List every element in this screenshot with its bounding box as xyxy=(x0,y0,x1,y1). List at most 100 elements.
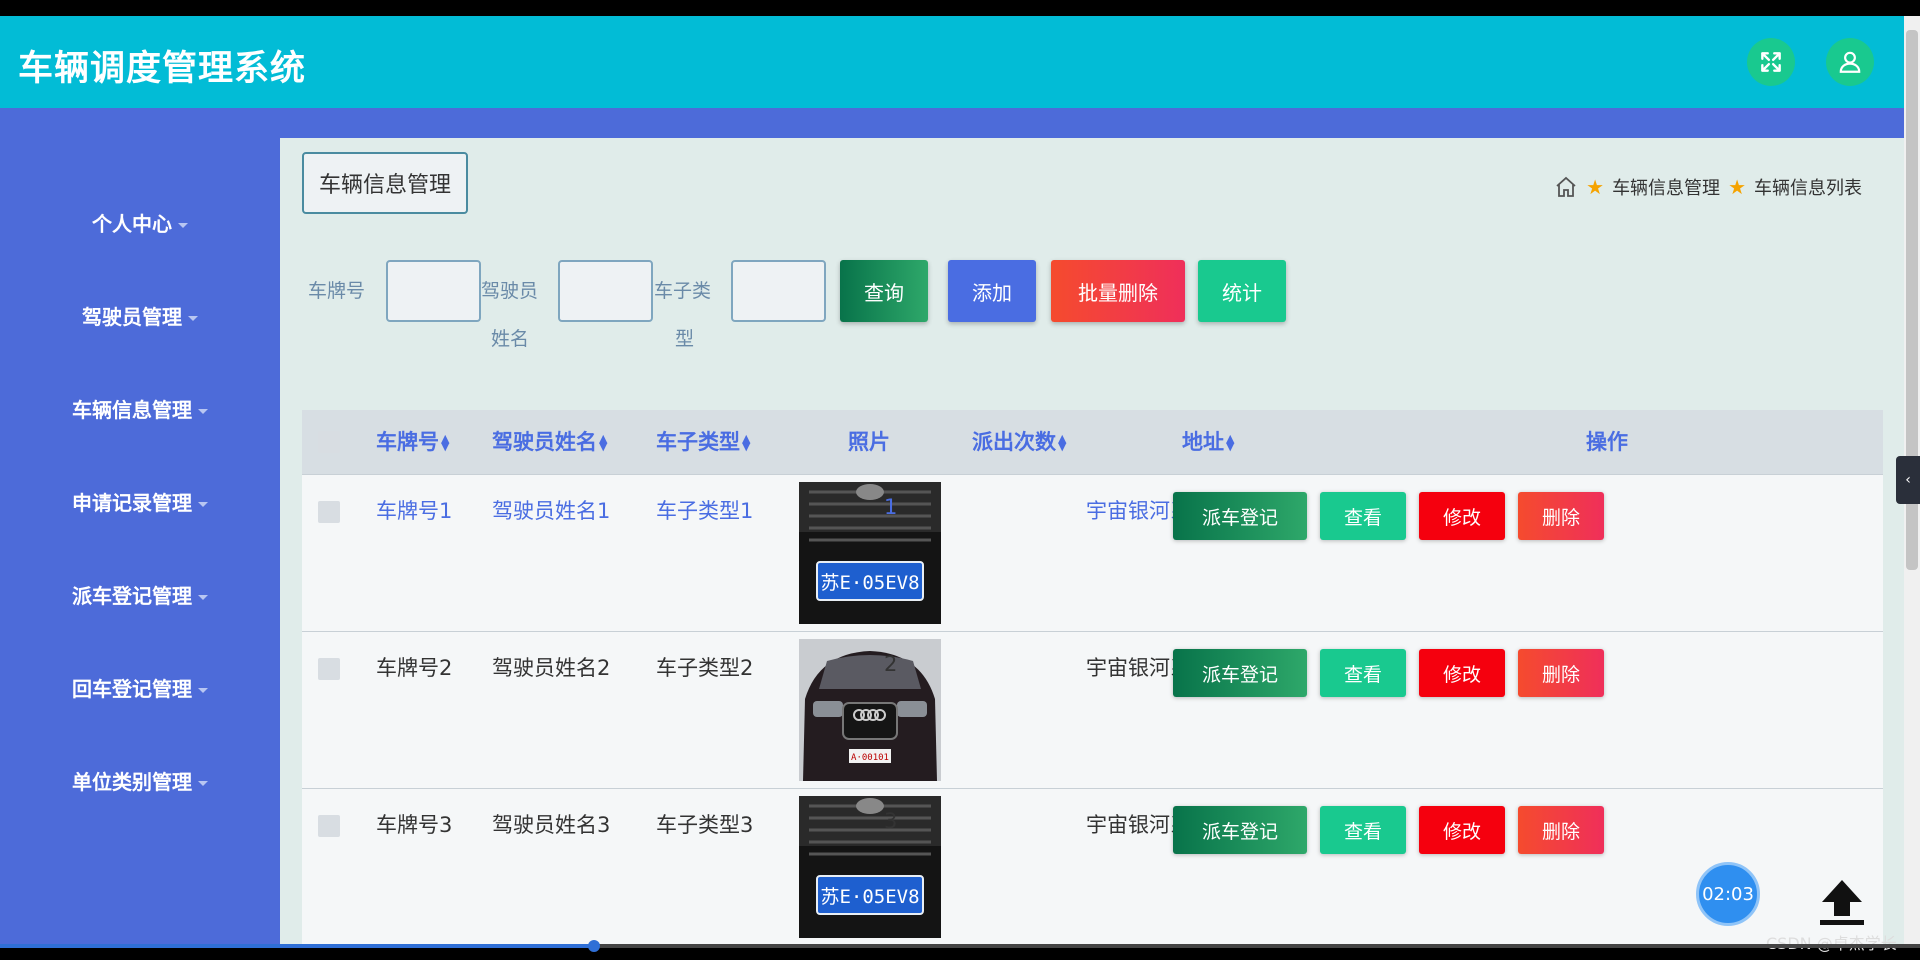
home-icon[interactable] xyxy=(1554,175,1578,199)
column-header-plate[interactable]: 车牌号 ▲ ▼ xyxy=(376,410,449,474)
breadcrumb-item: 车辆信息列表 xyxy=(1754,178,1862,199)
sidebar-item-personal-center[interactable]: 个人中心 xyxy=(0,208,280,237)
sidebar: 个人中心 驾驶员管理 车辆信息管理 申请记录管理 派车登记管理 回车登记管理 单… xyxy=(0,108,280,944)
sort-icon: ▲ ▼ xyxy=(1058,432,1067,453)
cell-type: 车子类型1 xyxy=(656,499,754,523)
type-search-input[interactable] xyxy=(731,260,826,322)
view-button[interactable]: 查看 xyxy=(1320,492,1406,540)
sidebar-item-return-registration[interactable]: 回车登记管理 xyxy=(0,673,280,702)
cell-driver: 驾驶员姓名3 xyxy=(492,813,611,837)
view-button[interactable]: 查看 xyxy=(1320,806,1406,854)
user-icon xyxy=(1839,51,1861,73)
back-to-top-icon[interactable] xyxy=(1816,876,1868,926)
edit-button[interactable]: 修改 xyxy=(1419,649,1505,697)
sort-icon: ▲ ▼ xyxy=(599,432,608,453)
dispatch-register-button[interactable]: 派车登记 xyxy=(1173,492,1307,540)
cell-driver: 驾驶员姓名2 xyxy=(492,656,611,680)
cell-count: 1 xyxy=(884,495,898,519)
row-checkbox[interactable] xyxy=(318,658,340,680)
sidebar-item-label: 个人中心 xyxy=(92,212,172,236)
edit-button[interactable]: 修改 xyxy=(1419,492,1505,540)
plate-text: 苏E·05EV8 xyxy=(820,886,919,908)
column-header-actions: 操作 xyxy=(1586,430,1628,454)
sidebar-item-label: 派车登记管理 xyxy=(72,584,192,608)
cell-plate: 车牌号2 xyxy=(376,656,453,680)
table-row: 车牌号1 驾驶员姓名1 车子类型1 苏E·05EV8 1 宇宙银河系地球1号 派… xyxy=(302,474,1883,631)
sidebar-item-label: 申请记录管理 xyxy=(72,491,192,515)
user-button[interactable] xyxy=(1826,38,1874,86)
caret-down-icon xyxy=(178,223,188,228)
caret-down-icon xyxy=(188,316,198,321)
video-progress-bar[interactable] xyxy=(0,940,1920,952)
fullscreen-icon xyxy=(1761,52,1781,72)
column-header-type[interactable]: 车子类型 ▲ ▼ xyxy=(656,410,750,474)
cell-type: 车子类型3 xyxy=(656,813,754,837)
caret-down-icon xyxy=(198,409,208,414)
sidebar-item-dispatch-registration[interactable]: 派车登记管理 xyxy=(0,580,280,609)
table-header: 车牌号 ▲ ▼ 驾驶员姓名 ▲ ▼ 车子类型 ▲ ▼ 照片 派出次数 ▲ ▼ 地址 ▲ ▼ 操作 xyxy=(302,410,1883,474)
caret-down-icon xyxy=(198,595,208,600)
timer-badge[interactable]: 02:03 xyxy=(1696,862,1760,926)
dispatch-register-button[interactable]: 派车登记 xyxy=(1173,806,1307,854)
column-header-driver[interactable]: 驾驶员姓名 ▲ ▼ xyxy=(492,410,607,474)
vehicle-table: 车牌号 ▲ ▼ 驾驶员姓名 ▲ ▼ 车子类型 ▲ ▼ 照片 派出次数 ▲ ▼ 地址 ▲ ▼ 操作 车… xyxy=(302,410,1883,944)
vehicle-photo: 苏E·05EV8 xyxy=(799,796,941,938)
add-button[interactable]: 添加 xyxy=(948,260,1036,322)
breadcrumb: ★ 车辆信息管理 ★ 车辆信息列表 xyxy=(1554,174,1862,200)
breadcrumb-item[interactable]: 车辆信息管理 xyxy=(1612,174,1720,200)
sidebar-item-label: 回车登记管理 xyxy=(72,677,192,701)
plate-search-label: 车牌号 xyxy=(308,280,366,302)
cell-count: 3 xyxy=(884,809,898,833)
row-checkbox[interactable] xyxy=(318,815,340,837)
delete-button[interactable]: 删除 xyxy=(1518,492,1604,540)
caret-down-icon xyxy=(198,502,208,507)
sort-icon: ▲ ▼ xyxy=(441,432,450,453)
star-icon: ★ xyxy=(1586,175,1605,199)
panel-toggle-button[interactable]: ‹ xyxy=(1896,456,1920,504)
cell-type: 车子类型2 xyxy=(656,656,754,680)
table-row: 车牌号2 驾驶员姓名2 车子类型2 A·00101 2 派车登记 查看 修改 删… xyxy=(302,631,1883,788)
fullscreen-button[interactable] xyxy=(1747,38,1795,86)
column-header-count[interactable]: 派出次数 ▲ ▼ xyxy=(972,410,1066,474)
sidebar-item-unit-category[interactable]: 单位类别管理 xyxy=(0,766,280,795)
driver-search-input[interactable] xyxy=(558,260,653,322)
progress-handle[interactable] xyxy=(588,940,600,952)
column-header-photo: 照片 xyxy=(848,430,890,454)
select-all-checkbox[interactable] xyxy=(318,431,340,453)
table-row: 车牌号3 驾驶员姓名3 车子类型3 苏E·05EV8 3 宇宙银河系地球3号 派… xyxy=(302,788,1883,944)
watermark: CSDN @卓杰学长 xyxy=(1766,930,1897,954)
cell-driver: 驾驶员姓名1 xyxy=(492,499,611,523)
dispatch-register-button[interactable]: 派车登记 xyxy=(1173,649,1307,697)
sidebar-item-label: 驾驶员管理 xyxy=(82,305,182,329)
sidebar-item-label: 车辆信息管理 xyxy=(72,398,192,422)
progress-fill xyxy=(0,944,596,948)
vehicle-photo: A·00101 xyxy=(799,639,941,781)
view-button[interactable]: 查看 xyxy=(1320,649,1406,697)
plate-text: 苏E·05EV8 xyxy=(820,572,919,594)
query-button[interactable]: 查询 xyxy=(840,260,928,322)
delete-button[interactable]: 删除 xyxy=(1518,649,1604,697)
row-checkbox[interactable] xyxy=(318,501,340,523)
edit-button[interactable]: 修改 xyxy=(1419,806,1505,854)
top-header: 车辆调度管理系统 xyxy=(0,16,1904,108)
cell-count: 2 xyxy=(884,652,898,676)
main-content: 车辆信息管理 ★ 车辆信息管理 ★ 车辆信息列表 车牌号 驾驶员 姓名 车子类 … xyxy=(280,138,1904,944)
delete-button[interactable]: 删除 xyxy=(1518,806,1604,854)
sidebar-item-application-records[interactable]: 申请记录管理 xyxy=(0,487,280,516)
batch-delete-button[interactable]: 批量删除 xyxy=(1051,260,1185,322)
type-search-label-line2: 型 xyxy=(675,328,695,350)
driver-search-label-line2: 姓名 xyxy=(491,328,530,350)
caret-down-icon xyxy=(198,688,208,693)
column-header-address[interactable]: 地址 ▲ ▼ xyxy=(1182,410,1234,474)
cell-plate: 车牌号1 xyxy=(376,499,453,523)
sidebar-item-vehicle-management[interactable]: 车辆信息管理 xyxy=(0,394,280,423)
page-title-tab[interactable]: 车辆信息管理 xyxy=(302,152,468,214)
header-band xyxy=(0,108,1904,138)
caret-down-icon xyxy=(198,781,208,786)
sort-icon: ▲ ▼ xyxy=(1226,432,1235,453)
sidebar-item-driver-management[interactable]: 驾驶员管理 xyxy=(0,301,280,330)
statistics-button[interactable]: 统计 xyxy=(1198,260,1286,322)
vehicle-photo: 苏E·05EV8 xyxy=(799,482,941,624)
star-icon: ★ xyxy=(1728,175,1746,199)
plate-search-input[interactable] xyxy=(386,260,481,322)
